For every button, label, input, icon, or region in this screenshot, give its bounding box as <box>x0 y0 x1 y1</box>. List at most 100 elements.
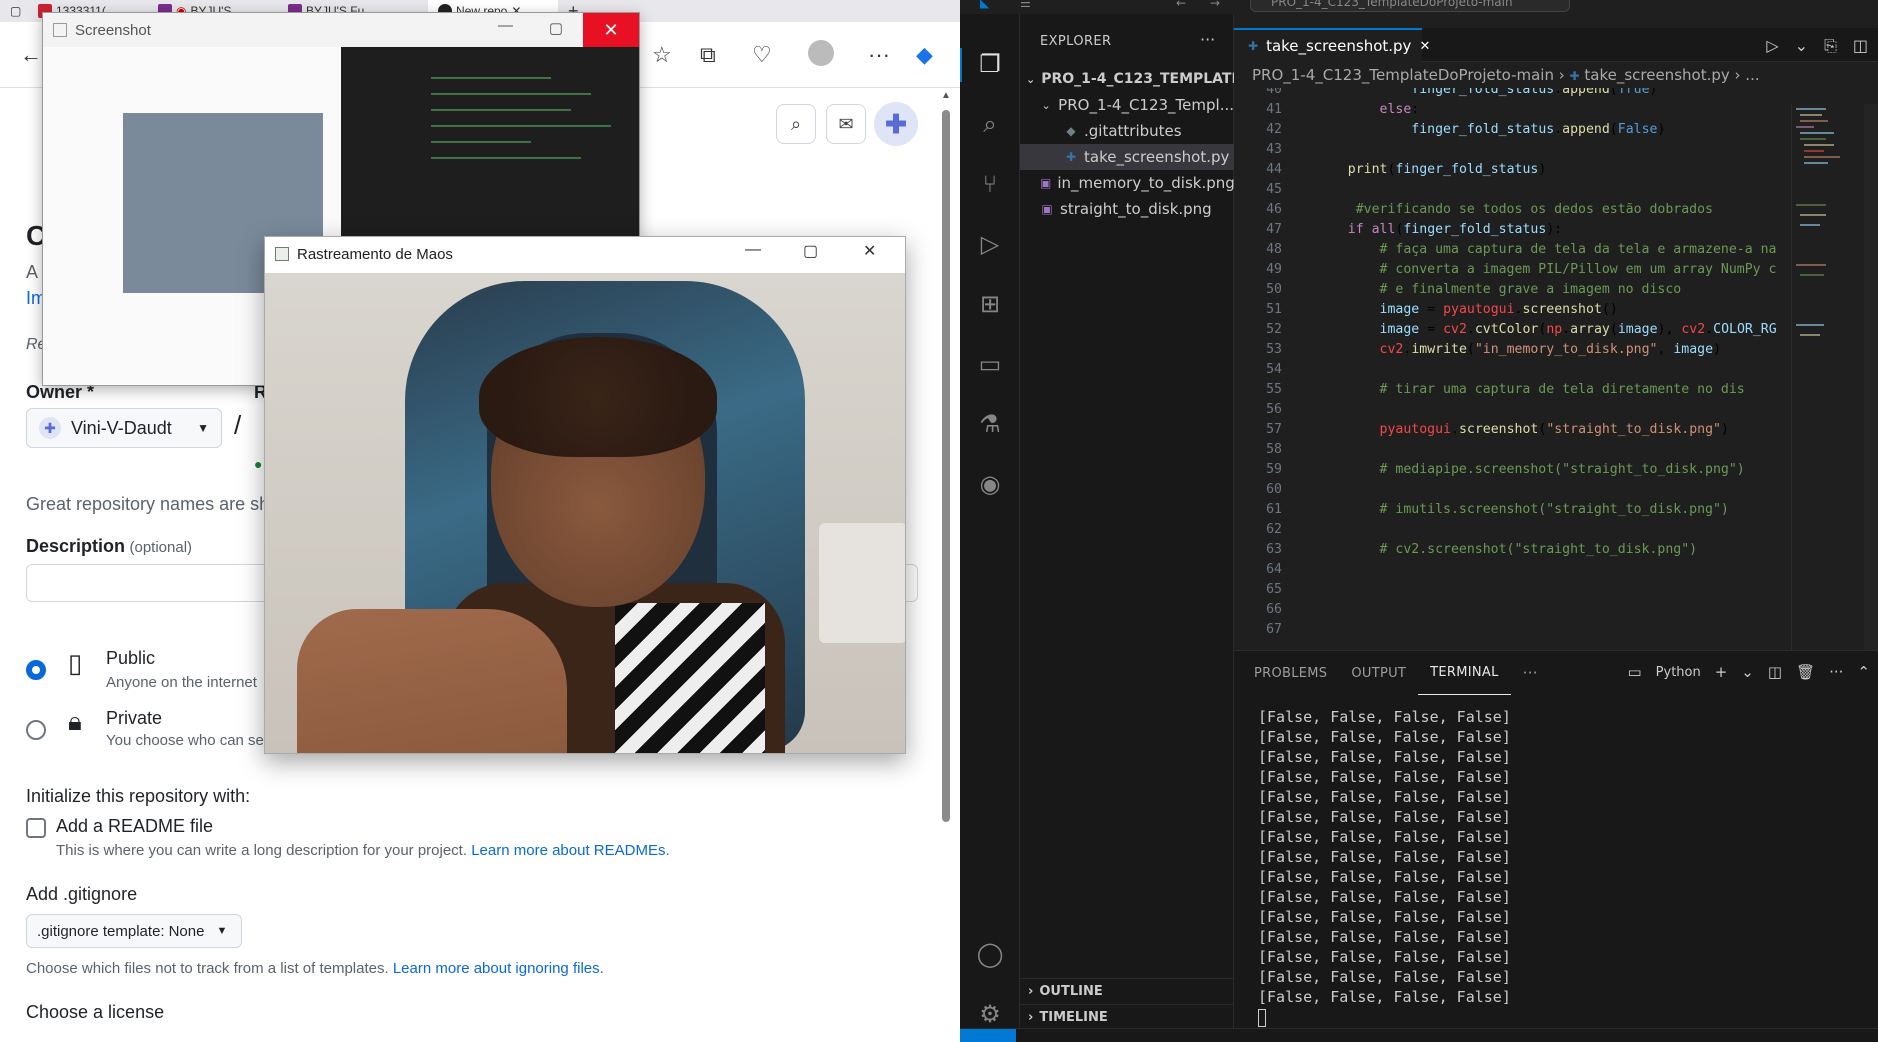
owner-select[interactable]: ✚ Vini-V-Daudt ▼ <box>26 408 222 448</box>
page-scrollbar[interactable]: ▲ <box>940 90 952 1042</box>
extensions-icon[interactable]: ⊞ <box>974 288 1006 320</box>
command-center[interactable]: PRO_1-4_C123_TemplateDoProjeto-main <box>1250 0 1570 12</box>
minimize-icon[interactable]: — <box>498 17 513 34</box>
subfolder[interactable]: ⌄ PRO_1-4_C123_Templ... <box>1020 92 1234 118</box>
explorer-sidebar: EXPLORER ··· ⌄ PRO_1-4_C123_TEMPLATE... ⌄… <box>1020 14 1234 1028</box>
trash-icon[interactable]: 🗑︎ <box>1796 663 1815 681</box>
terminal-profile-label[interactable]: Python <box>1656 665 1701 680</box>
code-line: 45 <box>1234 180 1878 200</box>
terminal-line: [False, False, False, False] <box>1258 728 1511 746</box>
github-icon[interactable]: ◉ <box>974 468 1006 500</box>
hand-tracking-window[interactable]: Rastreamento de Maos — ▢ ✕ <box>264 236 906 754</box>
chevron-down-icon[interactable]: ⌄ <box>1741 663 1754 681</box>
nav-forward-icon[interactable]: → <box>1210 0 1220 10</box>
open-changes-icon[interactable]: ⎘ <box>1824 36 1837 56</box>
gitignore-select[interactable]: .gitignore template: None ▼ <box>26 914 242 948</box>
code-editor[interactable]: 40 finger_fold_status.append(True) 41 els… <box>1234 88 1878 654</box>
minimize-icon[interactable]: — <box>745 241 761 259</box>
chevron-up-icon[interactable]: ⌃ <box>1857 663 1870 681</box>
run-icon[interactable]: ▷ <box>1766 36 1778 56</box>
split-terminal-icon[interactable]: ◫ <box>1768 663 1782 681</box>
more-actions-icon[interactable]: ··· <box>1200 30 1215 49</box>
file-in-memory[interactable]: ▣ in_memory_to_disk.png <box>1020 170 1234 196</box>
search-icon[interactable]: ⌕ <box>974 108 1006 140</box>
code-text: # faça uma captura de tela da tela e arm… <box>1316 242 1777 257</box>
run-debug-icon[interactable]: ▷ <box>974 228 1006 260</box>
editor-scrollbar[interactable] <box>1864 104 1878 652</box>
readme-label: Add a README file <box>56 816 214 836</box>
code-line: 44 print(finger_fold_status) <box>1234 160 1878 180</box>
terminal-prompt[interactable] <box>1258 1007 1858 1027</box>
nav-back-icon[interactable]: ← <box>1176 0 1186 10</box>
close-icon[interactable]: ✕ <box>1419 39 1430 54</box>
settings-gear-icon[interactable]: ⚙ <box>974 998 1006 1030</box>
explorer-icon[interactable]: ❐ <box>974 48 1006 80</box>
scroll-thumb[interactable] <box>942 110 950 822</box>
collections-icon[interactable]: ⧉ <box>700 42 716 68</box>
terminal-output[interactable]: [False, False, False, False] [False, Fals… <box>1258 707 1858 1027</box>
code-line: 63 # cv2.screenshot("straight_to_disk.pn… <box>1234 540 1878 560</box>
source-control-icon[interactable]: ⑂ <box>974 168 1006 200</box>
close-icon[interactable]: ✕ <box>863 241 876 261</box>
accounts-icon[interactable]: ◯ <box>974 938 1006 970</box>
breadcrumb-folder[interactable]: PRO_1-4_C123_TemplateDoProjeto-main <box>1252 66 1554 84</box>
outline-label: OUTLINE <box>1039 984 1103 999</box>
testing-icon[interactable]: ⚗ <box>974 408 1006 440</box>
remote-indicator[interactable] <box>960 1029 1016 1042</box>
close-button[interactable]: ✕ <box>583 13 639 47</box>
new-terminal-icon[interactable]: + <box>1715 663 1728 681</box>
browser-essentials-icon[interactable]: ♡ <box>752 42 772 68</box>
chevron-down-icon[interactable]: ⌄ <box>1795 36 1808 56</box>
maximize-icon[interactable]: ▢ <box>803 241 818 261</box>
terminal-line: [False, False, False, False] <box>1258 708 1511 726</box>
code-line: 58 <box>1234 440 1878 460</box>
public-radio[interactable] <box>26 660 46 680</box>
tab-take-screenshot[interactable]: ✚ take_screenshot.py ✕ <box>1234 28 1430 62</box>
gitignore-link[interactable]: Learn more about ignoring files. <box>393 960 604 977</box>
file-gitattributes[interactable]: ◆ .gitattributes <box>1020 118 1234 144</box>
remote-explorer-icon[interactable]: ▭ <box>974 348 1006 380</box>
profile-icon[interactable] <box>808 40 834 66</box>
scroll-up-icon[interactable]: ▲ <box>941 90 951 101</box>
file-take-screenshot[interactable]: ✚ take_screenshot.py <box>1020 144 1234 170</box>
private-radio[interactable] <box>26 720 46 740</box>
folder-label: PRO_1-4_C123_TEMPLATE... <box>1041 71 1234 87</box>
webcam-feed <box>265 273 905 753</box>
outline-section[interactable]: › OUTLINE <box>1020 978 1234 1004</box>
avatar[interactable]: ✚ <box>874 102 918 146</box>
more-icon[interactable]: ··· <box>1829 663 1843 681</box>
tab-problems[interactable]: PROBLEMS <box>1242 651 1339 695</box>
code-line: 43 <box>1234 140 1878 160</box>
terminal-cursor <box>1258 1008 1266 1027</box>
public-desc: Anyone on the internet <box>106 674 257 691</box>
line-number: 53 <box>1266 342 1282 357</box>
readme-checkbox[interactable] <box>26 818 46 838</box>
vscode-window: ◣ ☰ ← → PRO_1-4_C123_TemplateDoProjeto-m… <box>960 0 1878 1042</box>
breadcrumb-symbol[interactable]: ... <box>1745 66 1759 84</box>
vscode-logo-icon: ◣ <box>980 0 990 10</box>
init-label: Initialize this repository with: <box>26 786 251 806</box>
favorites-star-icon[interactable]: ☆ <box>652 42 672 68</box>
terminal-line: [False, False, False, False] <box>1258 948 1511 966</box>
file-straight-to-disk[interactable]: ▣ straight_to_disk.png <box>1020 196 1234 222</box>
tab-output[interactable]: OUTPUT <box>1339 651 1418 695</box>
copilot-icon[interactable]: ◆ <box>916 42 933 68</box>
bottom-panel: PROBLEMS OUTPUT TERMINAL ··· ▭ Python + … <box>1234 650 1878 1028</box>
split-editor-icon[interactable]: ◫ <box>1853 36 1868 56</box>
more-menu-icon[interactable]: ··· <box>868 42 890 68</box>
code-line: 61 # imutils.screenshot("straight_to_dis… <box>1234 500 1878 520</box>
readme-link[interactable]: Learn more about READMEs. <box>471 842 669 859</box>
code-line: 40 finger_fold_status.append(True) <box>1234 88 1878 100</box>
back-icon[interactable]: ← <box>20 42 42 68</box>
menu-icon[interactable]: ☰ <box>1020 0 1031 10</box>
search-icon[interactable]: ⌕ <box>776 104 816 144</box>
root-folder[interactable]: ⌄ PRO_1-4_C123_TEMPLATE... <box>1020 66 1234 92</box>
breadcrumb-file[interactable]: take_screenshot.py <box>1584 66 1729 84</box>
tab-actions-icon[interactable]: ▢ <box>0 0 28 22</box>
timeline-section[interactable]: › TIMELINE <box>1020 1004 1234 1030</box>
repo-name-tip: Great repository names are sho <box>26 494 280 514</box>
more-actions-icon[interactable]: ··· <box>1511 651 1550 695</box>
maximize-icon[interactable]: ▢ <box>549 19 563 37</box>
inbox-icon[interactable]: ✉ <box>826 104 866 144</box>
tab-terminal[interactable]: TERMINAL <box>1418 651 1511 695</box>
